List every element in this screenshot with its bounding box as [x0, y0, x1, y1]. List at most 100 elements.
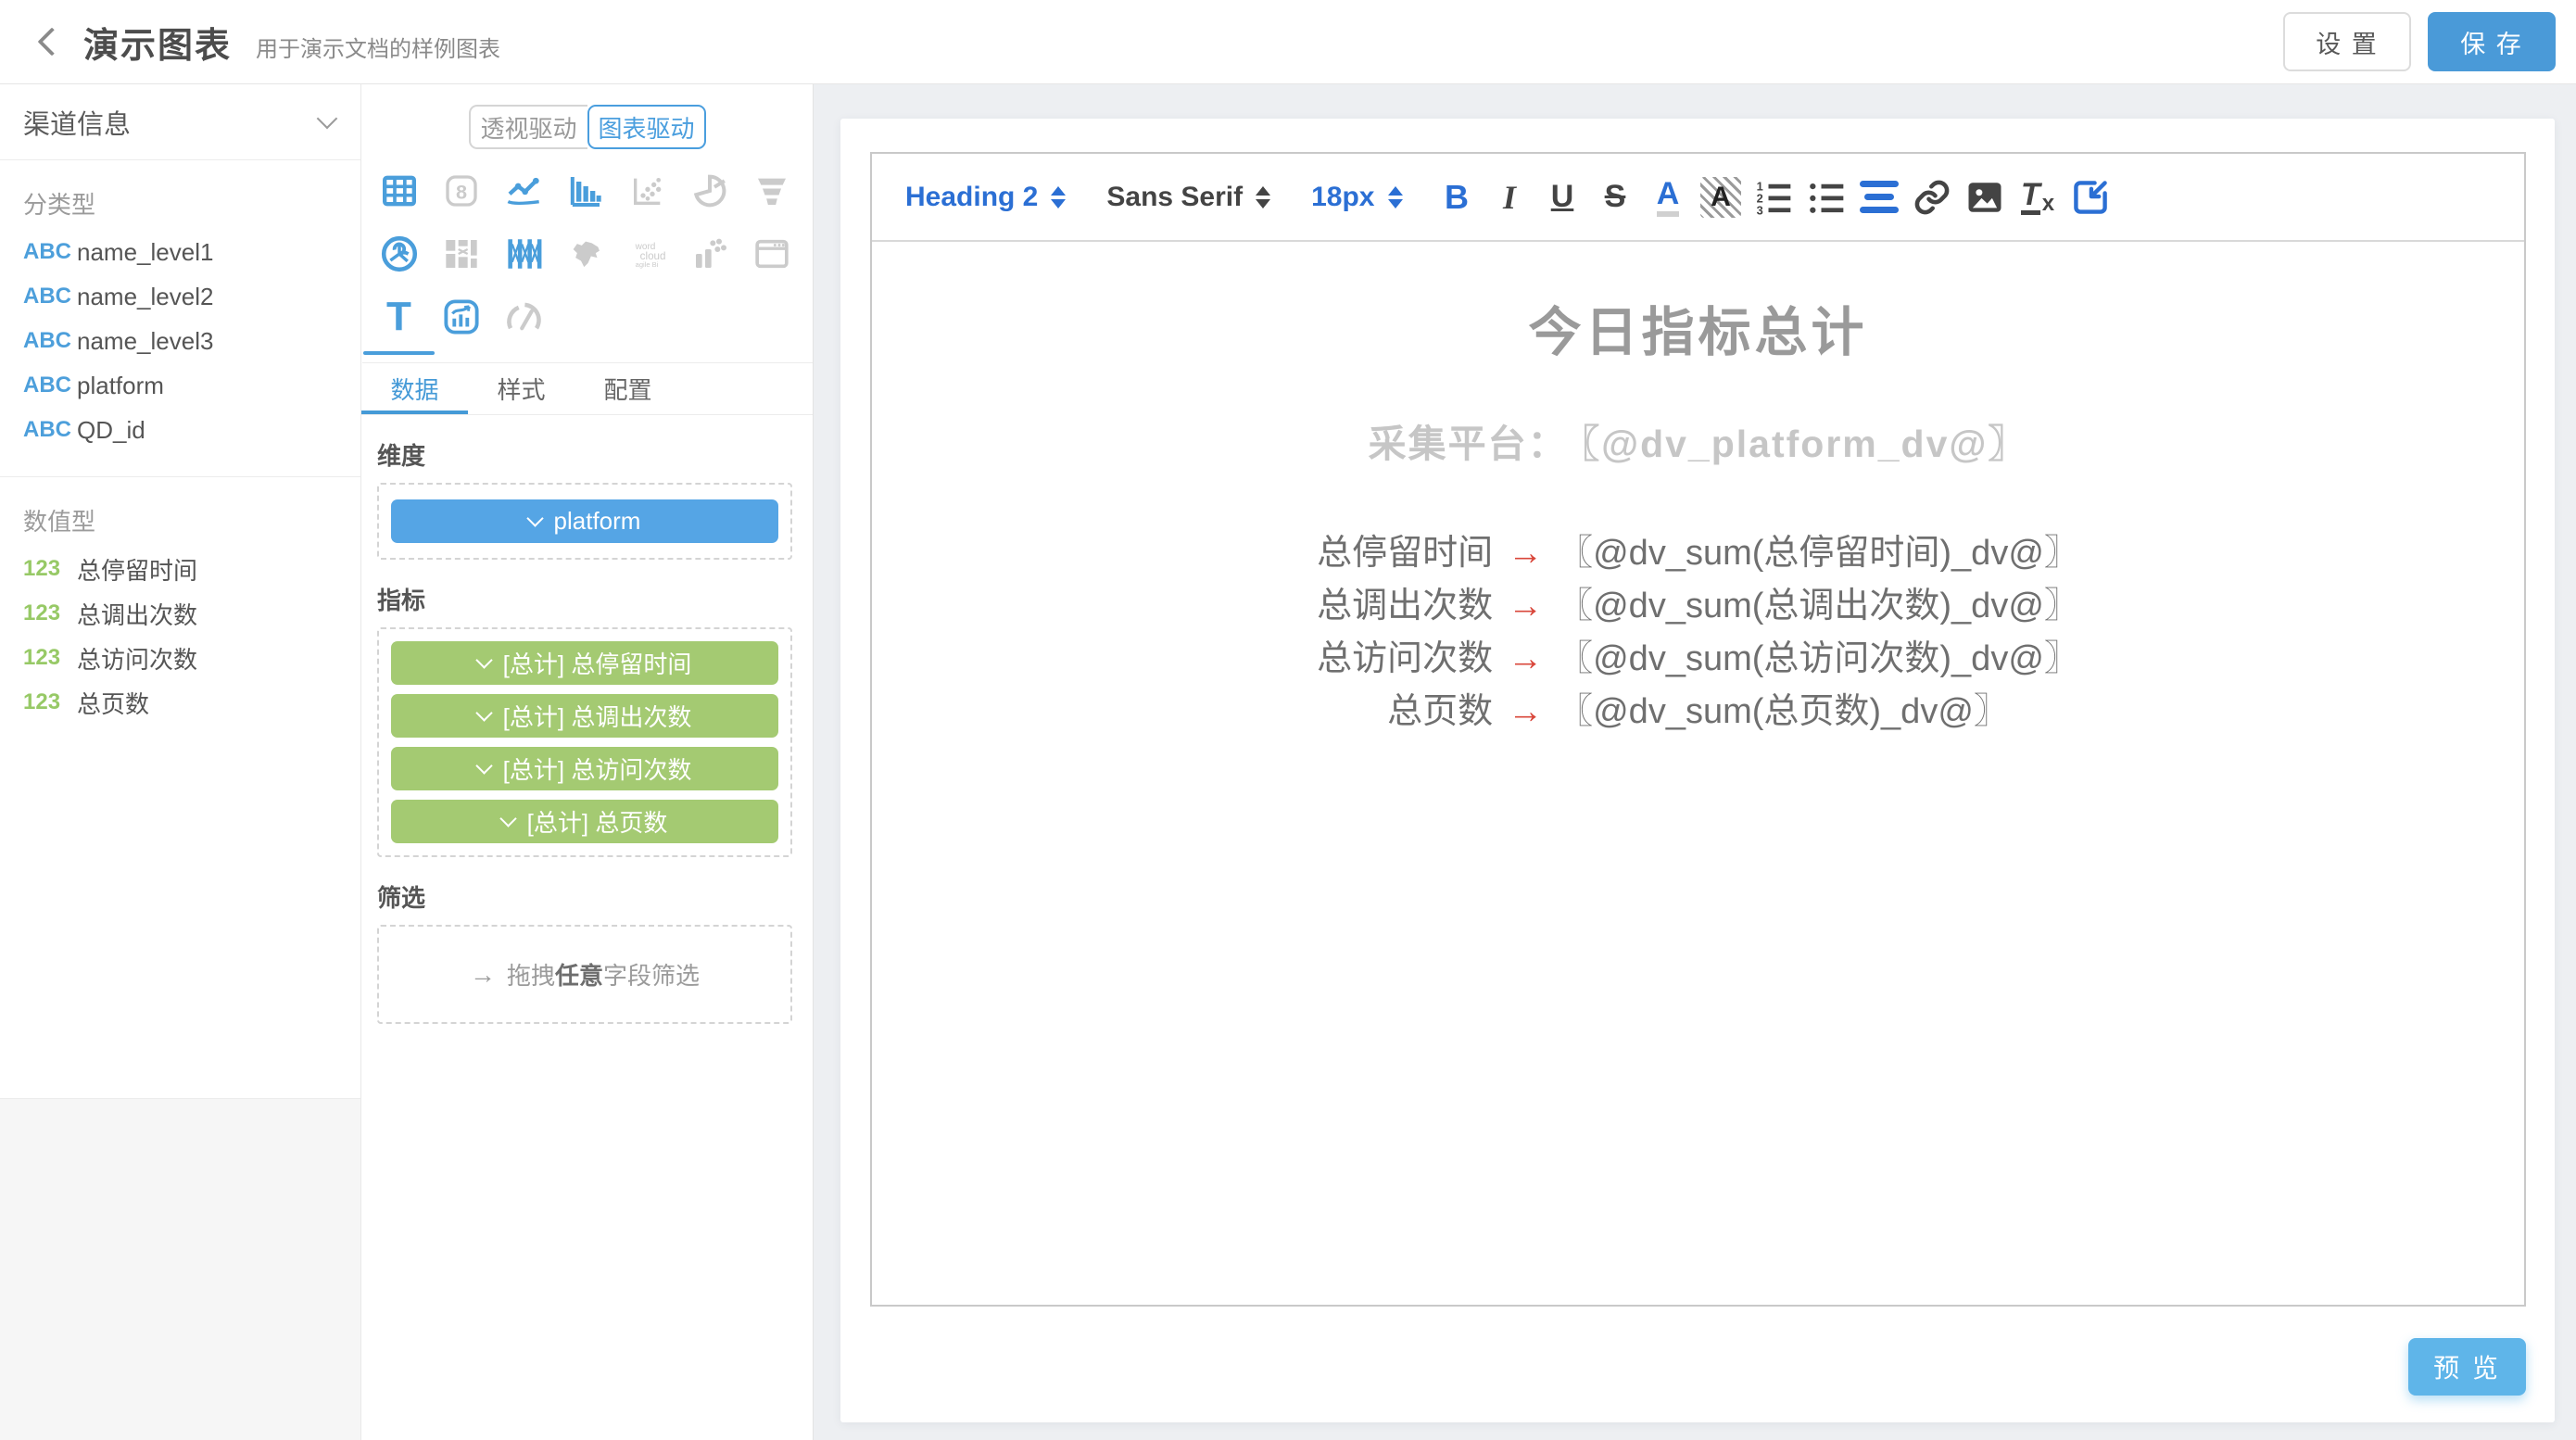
- chevron-left-icon: [37, 27, 66, 56]
- red-arrow-icon: →: [1508, 692, 1543, 731]
- pie-chart-icon[interactable]: [678, 164, 740, 218]
- metric-line: 总停留时间→〖@dv_sum(总停留时间)_dv@〗: [872, 527, 2524, 580]
- numeric-field-list: 123总停留时间 123总调出次数 123总访问次数 123总页数: [0, 547, 360, 725]
- metric-pill-total-visits[interactable]: [总计] 总访问次数: [391, 747, 778, 790]
- metrics-label: 指标: [377, 582, 792, 616]
- field-item-total-visits[interactable]: 123总访问次数: [0, 636, 360, 680]
- drag-arrow-icon: →: [470, 960, 496, 990]
- page-title: 演示图表: [83, 17, 232, 68]
- text-widget-card: Heading 2 Sans Serif 18px: [840, 119, 2555, 1422]
- select-placeholder-button[interactable]: [2065, 170, 2117, 225]
- bold-button[interactable]: B: [1431, 170, 1484, 225]
- red-arrow-icon: →: [1508, 587, 1543, 625]
- link-button[interactable]: [1906, 170, 1959, 225]
- dataset-selector[interactable]: 渠道信息: [0, 84, 360, 160]
- string-type-icon: ABC: [23, 284, 77, 309]
- canvas-area: Heading 2 Sans Serif 18px: [814, 84, 2576, 1440]
- category-field-list: ABCname_level1 ABCname_level2 ABCname_le…: [0, 230, 360, 452]
- mosaic-chart-icon[interactable]: [430, 227, 492, 281]
- metric-line: 总页数→〖@dv_sum(总页数)_dv@〗: [872, 686, 2524, 739]
- bar-chart-icon[interactable]: [554, 164, 616, 218]
- page-subtitle: 用于演示文档的样例图表: [256, 31, 500, 63]
- chart-config-panel: 透视驱动 图表驱动 8: [361, 84, 814, 1440]
- drive-mode-toggle: 透视驱动 图表驱动: [469, 105, 706, 149]
- clear-format-button[interactable]: Tx: [2012, 170, 2065, 225]
- chevron-down-icon: [526, 510, 543, 526]
- field-item-total-pages[interactable]: 123总页数: [0, 680, 360, 725]
- chevron-down-icon: [317, 107, 338, 129]
- number-type-icon: 123: [23, 556, 77, 582]
- string-type-icon: ABC: [23, 239, 77, 265]
- font-size-select[interactable]: 18px: [1311, 182, 1402, 213]
- number-type-icon: 123: [23, 645, 77, 671]
- string-type-icon: ABC: [23, 328, 77, 354]
- combo-chart-icon[interactable]: [678, 227, 740, 281]
- metric-pill-total-callout[interactable]: [总计] 总调出次数: [391, 694, 778, 738]
- pivot-drive-tab[interactable]: 透视驱动: [469, 105, 587, 149]
- updown-arrows-icon: [1256, 186, 1270, 208]
- iframe-card-icon[interactable]: [740, 227, 802, 281]
- filter-dropzone[interactable]: → 拖拽任意字段筛选: [377, 925, 792, 1024]
- doc-title: 今日指标总计: [872, 290, 2524, 366]
- save-button[interactable]: 保 存: [2428, 12, 2556, 71]
- dimension-pill-platform[interactable]: platform: [391, 499, 778, 543]
- field-sidebar: 渠道信息 分类型 ABCname_level1 ABCname_level2 A…: [0, 84, 361, 1440]
- metric-pill-total-pages[interactable]: [总计] 总页数: [391, 800, 778, 843]
- metrics-dropzone[interactable]: [总计] 总停留时间 [总计] 总调出次数 [总计] 总访问次数 [总计] 总页…: [377, 627, 792, 857]
- tab-config[interactable]: 配置: [575, 363, 681, 414]
- dimension-dropzone[interactable]: platform: [377, 483, 792, 560]
- preview-button[interactable]: 预 览: [2408, 1338, 2526, 1396]
- document-content[interactable]: 今日指标总计 采集平台：〖@dv_platform_dv@〗 总停留时间→〖@d…: [872, 242, 2524, 1305]
- insert-image-button[interactable]: [1959, 170, 2012, 225]
- text-chart-icon[interactable]: T: [368, 290, 430, 344]
- text-color-button[interactable]: A: [1642, 170, 1695, 225]
- field-item-name-level3[interactable]: ABCname_level3: [0, 319, 360, 363]
- string-type-icon: ABC: [23, 417, 77, 443]
- field-item-qd-id[interactable]: ABCQD_id: [0, 408, 360, 452]
- chevron-down-icon: [475, 757, 492, 774]
- align-button[interactable]: [1853, 170, 1906, 225]
- metric-card-chart-icon[interactable]: [430, 290, 492, 344]
- align-lines-icon: [1860, 181, 1899, 213]
- string-type-icon: ABC: [23, 373, 77, 398]
- settings-button[interactable]: 设 置: [2283, 12, 2411, 71]
- svg-text:8: 8: [455, 180, 466, 203]
- font-select[interactable]: Sans Serif: [1106, 182, 1270, 213]
- updown-arrows-icon: [1051, 186, 1066, 208]
- metric-pill-total-stay-time[interactable]: [总计] 总停留时间: [391, 641, 778, 685]
- heading-select[interactable]: Heading 2: [905, 182, 1066, 213]
- funnel-chart-icon[interactable]: [740, 164, 802, 218]
- bullet-list-button[interactable]: [1800, 170, 1853, 225]
- parallel-chart-icon[interactable]: [492, 227, 554, 281]
- field-item-name-level1[interactable]: ABCname_level1: [0, 230, 360, 274]
- field-item-platform[interactable]: ABCplatform: [0, 363, 360, 408]
- chevron-down-icon: [475, 704, 492, 721]
- metric-line: 总调出次数→〖@dv_sum(总调出次数)_dv@〗: [872, 580, 2524, 633]
- highlight-color-button[interactable]: A: [1695, 170, 1748, 225]
- editor-toolbar: Heading 2 Sans Serif 18px: [872, 154, 2524, 242]
- table-chart-icon[interactable]: [368, 164, 430, 218]
- field-item-total-callout[interactable]: 123总调出次数: [0, 591, 360, 636]
- strikethrough-button[interactable]: S: [1589, 170, 1642, 225]
- field-item-name-level2[interactable]: ABCname_level2: [0, 274, 360, 319]
- italic-button[interactable]: I: [1484, 170, 1536, 225]
- ordered-list-button[interactable]: 123: [1748, 170, 1800, 225]
- underline-button[interactable]: U: [1536, 170, 1589, 225]
- scatter-chart-icon[interactable]: [616, 164, 678, 218]
- svg-text:agile Bi: agile Bi: [635, 260, 658, 269]
- back-button[interactable]: [28, 21, 69, 62]
- china-map-icon[interactable]: [554, 227, 616, 281]
- gauge-chart-icon[interactable]: [492, 290, 554, 344]
- chart-drive-tab[interactable]: 图表驱动: [587, 105, 706, 149]
- radar-chart-icon[interactable]: [368, 227, 430, 281]
- tab-data[interactable]: 数据: [361, 363, 468, 414]
- wordcloud-chart-icon[interactable]: wordcloudagile Bi: [616, 227, 678, 281]
- chevron-down-icon: [475, 651, 492, 668]
- tab-style[interactable]: 样式: [468, 363, 575, 414]
- field-item-total-stay-time[interactable]: 123总停留时间: [0, 547, 360, 591]
- number-type-icon: 123: [23, 600, 77, 626]
- number-type-icon: 123: [23, 689, 77, 715]
- app-header: 演示图表 用于演示文档的样例图表 设 置 保 存: [0, 0, 2576, 84]
- line-chart-icon[interactable]: [492, 164, 554, 218]
- number-card-icon[interactable]: 8: [430, 164, 492, 218]
